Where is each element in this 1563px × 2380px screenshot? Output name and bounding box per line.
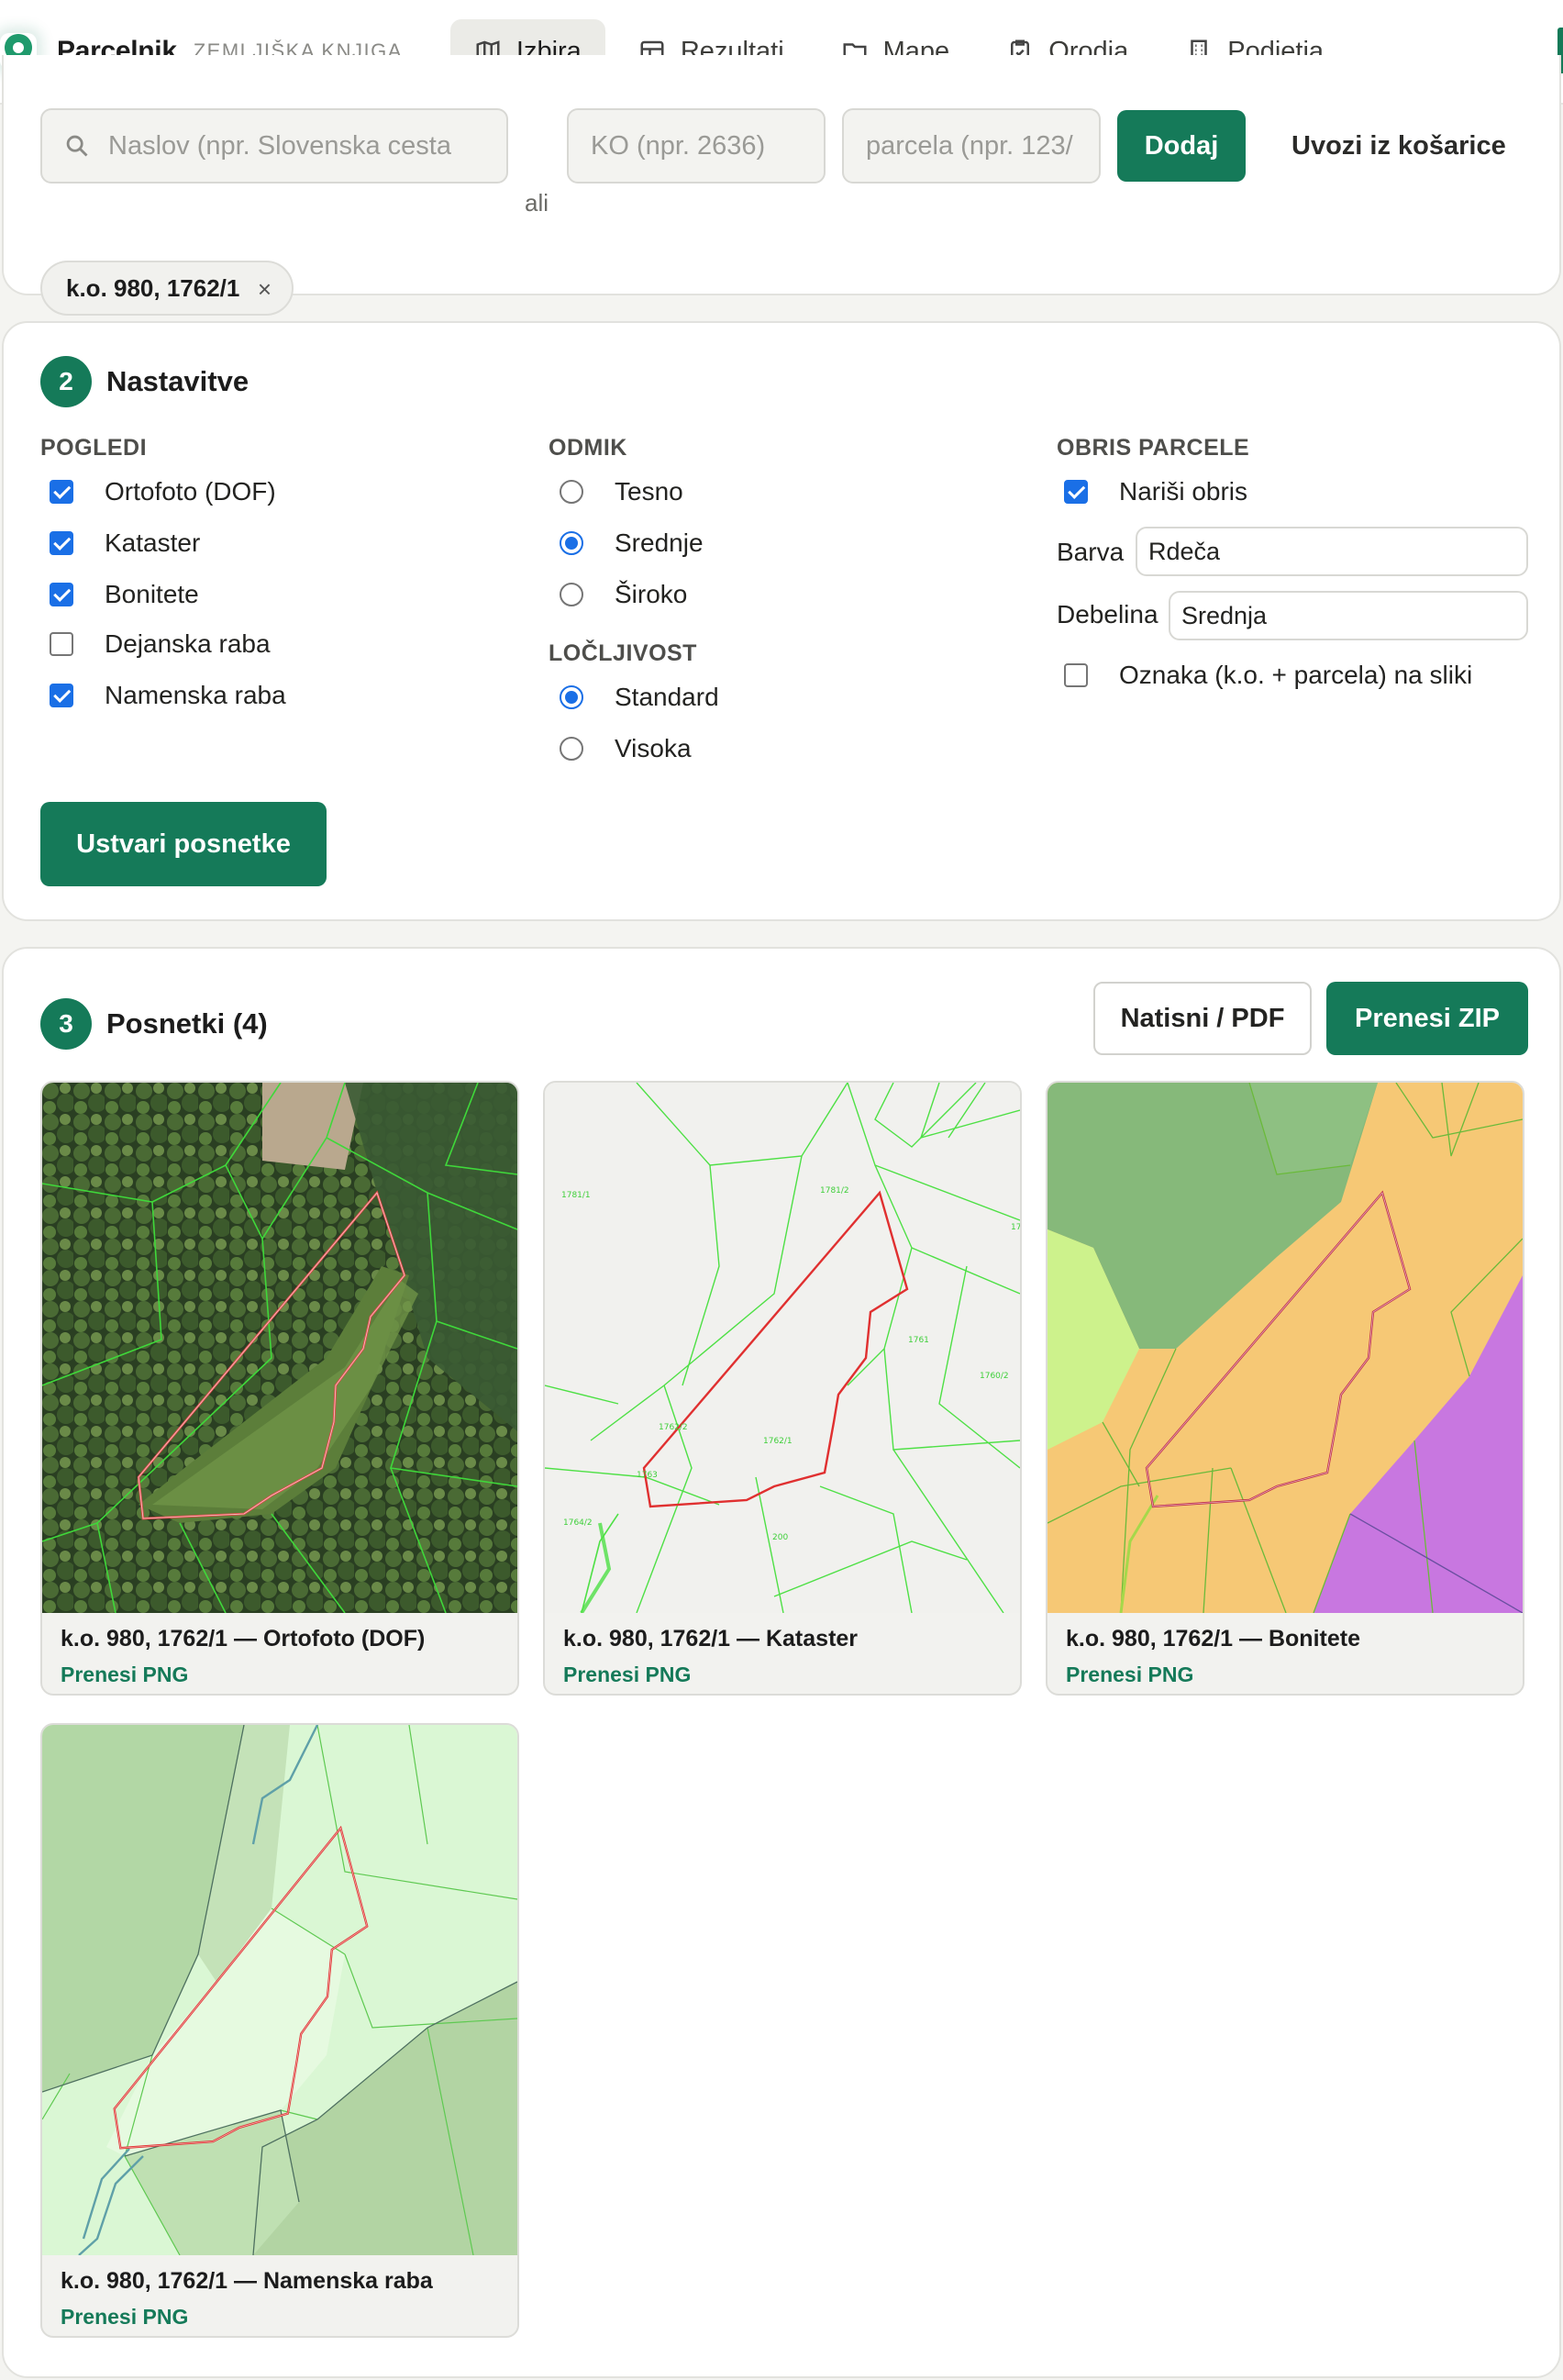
option-label: Visoka bbox=[615, 734, 692, 762]
or-label: ali bbox=[525, 189, 549, 217]
address-search-field[interactable]: Naslov (npr. Slovenska cesta bbox=[40, 108, 508, 184]
map-label: 1760/2 bbox=[980, 1372, 1009, 1381]
snapshot-caption: k.o. 980, 1762/1 — Bonitete bbox=[1066, 1626, 1360, 1652]
view-option-namenska-raba[interactable]: Namenska raba bbox=[50, 681, 286, 710]
download-png-link[interactable]: Prenesi PNG bbox=[545, 1653, 1020, 1694]
option-label: Ortofoto (DOF) bbox=[105, 477, 276, 506]
checkbox[interactable] bbox=[50, 583, 73, 606]
snapshot-caption: k.o. 980, 1762/1 — Namenska raba bbox=[61, 2268, 433, 2294]
map-label: 1762/1 bbox=[763, 1437, 793, 1446]
option-label: Oznaka (k.o. + parcela) na sliki bbox=[1119, 661, 1473, 689]
map-label: 1761 bbox=[908, 1336, 929, 1345]
option-label: Standard bbox=[615, 683, 719, 711]
map-label: 200 bbox=[772, 1533, 788, 1542]
thickness-label: Debelina bbox=[1057, 600, 1158, 628]
view-option-bonitete[interactable]: Bonitete bbox=[50, 580, 199, 609]
section-title: Nastavitve bbox=[106, 365, 249, 397]
download-png-link[interactable]: Prenesi PNG bbox=[42, 2296, 517, 2336]
snapshot-tile: k.o. 980, 1762/1 — Namenska raba Prenesi… bbox=[40, 1723, 519, 2338]
map-label: 1763 bbox=[637, 1471, 658, 1480]
resolution-option-visoka[interactable]: Visoka bbox=[560, 734, 692, 763]
radio[interactable] bbox=[560, 583, 583, 606]
radio[interactable] bbox=[560, 531, 583, 555]
offset-option-tesno[interactable]: Tesno bbox=[560, 477, 683, 506]
map-label: 1781/1 bbox=[561, 1191, 591, 1200]
import-from-cart-button[interactable]: Uvozi iz košarice bbox=[1291, 110, 1506, 182]
map-label: 1781/2 bbox=[820, 1186, 849, 1196]
step-number: 3 bbox=[40, 998, 92, 1050]
offset-heading: ODMIK bbox=[549, 435, 627, 461]
settings-card: 2 Nastavitve POGLEDI Ortofoto (DOF) Kata… bbox=[2, 321, 1561, 921]
option-label: Srednje bbox=[615, 528, 704, 557]
snapshot-tile: k.o. 980, 1762/1 — Bonitete Prenesi PNG bbox=[1046, 1081, 1524, 1696]
download-png-link[interactable]: Prenesi PNG bbox=[42, 1653, 517, 1694]
option-label: Široko bbox=[615, 580, 688, 608]
option-label: Tesno bbox=[615, 477, 683, 506]
section-title: Posnetki (4) bbox=[106, 1007, 268, 1040]
land-use-map-image[interactable] bbox=[42, 1725, 517, 2255]
resolution-option-standard[interactable]: Standard bbox=[560, 683, 719, 712]
checkbox[interactable] bbox=[1064, 663, 1088, 687]
option-label: Dejanska raba bbox=[105, 629, 271, 658]
option-label: Namenska raba bbox=[105, 681, 286, 709]
label-on-image-option[interactable]: Oznaka (k.o. + parcela) na sliki bbox=[1064, 661, 1472, 690]
snapshots-card: 3 Posnetki (4) Natisni / PDF Prenesi ZIP bbox=[2, 947, 1561, 2378]
parcel-input[interactable]: parcela (npr. 123/ bbox=[842, 108, 1101, 184]
checkbox[interactable] bbox=[50, 480, 73, 504]
checkbox[interactable] bbox=[50, 684, 73, 707]
checkbox[interactable] bbox=[1064, 480, 1088, 504]
download-zip-button[interactable]: Prenesi ZIP bbox=[1326, 982, 1528, 1055]
view-option-kataster[interactable]: Kataster bbox=[50, 528, 200, 558]
view-option-ortofoto[interactable]: Ortofoto (DOF) bbox=[50, 477, 276, 506]
offset-option-siroko[interactable]: Široko bbox=[560, 580, 687, 609]
checkbox[interactable] bbox=[50, 531, 73, 555]
create-snapshots-button[interactable]: Ustvari posnetke bbox=[40, 802, 327, 886]
selection-card: Naslov (npr. Slovenska cesta ali KO (npr… bbox=[2, 55, 1561, 316]
thickness-select[interactable]: Srednja bbox=[1169, 591, 1528, 640]
map-label: 17 bbox=[1011, 1223, 1020, 1232]
soil-rating-map-image[interactable] bbox=[1048, 1083, 1523, 1613]
resolution-heading: LOČLJIVOST bbox=[549, 640, 697, 666]
draw-outline-option[interactable]: Nariši obris bbox=[1064, 477, 1247, 506]
color-select[interactable]: Rdeča bbox=[1136, 527, 1528, 576]
chip-label: k.o. 980, 1762/1 bbox=[66, 273, 240, 302]
map-label: 1762/2 bbox=[659, 1423, 688, 1432]
ko-input[interactable]: KO (npr. 2636) bbox=[567, 108, 826, 184]
add-button[interactable]: Dodaj bbox=[1117, 110, 1246, 182]
option-label: Nariši obris bbox=[1119, 477, 1248, 506]
close-icon[interactable]: × bbox=[258, 275, 272, 304]
outline-heading: OBRIS PARCELE bbox=[1057, 435, 1250, 461]
offset-option-srednje[interactable]: Srednje bbox=[560, 528, 704, 558]
color-label: Barva bbox=[1057, 538, 1125, 566]
radio[interactable] bbox=[560, 685, 583, 709]
view-option-dejanska-raba[interactable]: Dejanska raba bbox=[50, 629, 271, 659]
snapshot-caption: k.o. 980, 1762/1 — Ortofoto (DOF) bbox=[61, 1626, 426, 1652]
snapshot-caption: k.o. 980, 1762/1 — Kataster bbox=[563, 1626, 859, 1652]
option-label: Bonitete bbox=[105, 580, 199, 608]
selected-parcel-chip: k.o. 980, 1762/1 × bbox=[40, 261, 294, 316]
radio[interactable] bbox=[560, 480, 583, 504]
views-heading: POGLEDI bbox=[40, 435, 148, 461]
address-placeholder: Naslov (npr. Slovenska cesta bbox=[108, 130, 451, 161]
map-label: 1764/2 bbox=[563, 1518, 593, 1528]
cadastre-map-image[interactable]: 1781/1 1781/2 1761 1760/2 1762/2 1762/1 … bbox=[545, 1083, 1020, 1613]
radio[interactable] bbox=[560, 737, 583, 761]
parcel-placeholder: parcela (npr. 123/ bbox=[866, 130, 1073, 161]
ko-placeholder: KO (npr. 2636) bbox=[591, 130, 766, 161]
orthophoto-map-image[interactable] bbox=[42, 1083, 517, 1613]
checkbox[interactable] bbox=[50, 632, 73, 656]
option-label: Kataster bbox=[105, 528, 201, 557]
snapshot-tile: k.o. 980, 1762/1 — Ortofoto (DOF) Prenes… bbox=[40, 1081, 519, 1696]
download-png-link[interactable]: Prenesi PNG bbox=[1048, 1653, 1523, 1694]
step-number: 2 bbox=[40, 356, 92, 407]
print-pdf-button[interactable]: Natisni / PDF bbox=[1093, 982, 1312, 1055]
search-icon bbox=[66, 135, 88, 157]
snapshot-tile: 1781/1 1781/2 1761 1760/2 1762/2 1762/1 … bbox=[543, 1081, 1022, 1696]
